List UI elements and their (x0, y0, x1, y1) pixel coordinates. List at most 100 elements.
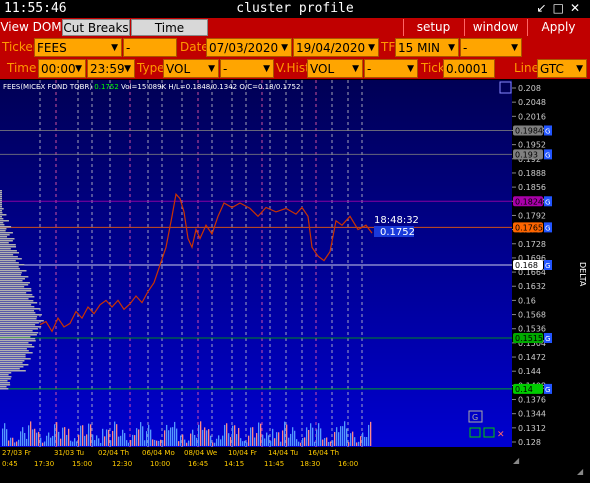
volume-bar (206, 430, 208, 446)
tf-secondary-select[interactable]: - ▼ (460, 38, 522, 57)
price-tick-label: 0.144 (518, 367, 541, 376)
tf-select[interactable]: 15 MIN ▼ (395, 38, 459, 57)
volume-bar (306, 427, 308, 446)
volume-bar (6, 429, 8, 446)
volume-bar (2, 428, 4, 446)
volume-bar (346, 428, 348, 446)
time-interval-button[interactable]: Time Interval (131, 19, 208, 52)
minimize-icon[interactable]: ↙ (537, 1, 553, 15)
volume-bar (286, 424, 288, 446)
chevron-down-icon: ▼ (124, 64, 131, 74)
view-dom-button[interactable]: View DOM (0, 19, 62, 36)
volume-bar (132, 434, 134, 446)
profile-bar (0, 270, 27, 272)
volume-bar (180, 435, 182, 446)
price-tick-label: 0.1856 (518, 183, 546, 192)
date-from-select[interactable]: 07/03/2020 ▼ (206, 38, 292, 57)
corner-resize-icon[interactable]: ◢ (577, 467, 584, 476)
date-label: Date (180, 40, 209, 54)
volume-bar (218, 435, 220, 446)
time-axis-date: 08/04 We (184, 449, 217, 457)
setup-button[interactable]: setup (403, 19, 463, 36)
profile-bar (0, 302, 38, 304)
profile-bar (0, 242, 9, 244)
level-tag-price: 0.168 (515, 261, 538, 270)
maximize-icon[interactable]: □ (553, 1, 570, 15)
type-select[interactable]: VOL ▼ (163, 59, 219, 78)
profile-bar (0, 340, 36, 342)
level-tag-price: 0.1824 (515, 197, 543, 206)
type-secondary-select[interactable]: - ▼ (220, 59, 274, 78)
time-axis-time: 10:00 (150, 460, 170, 468)
profile-bar (0, 306, 35, 308)
time-to-select[interactable]: 23:59 ▼ (87, 59, 135, 78)
cut-breaks-button[interactable]: Cut Breaks (62, 19, 130, 36)
volume-bar (316, 429, 318, 446)
profile-bar (0, 310, 35, 312)
time-from-select[interactable]: 00:00 ▼ (38, 59, 86, 78)
vhist-secondary-select[interactable]: - ▼ (364, 59, 418, 78)
tick-input[interactable]: 0.0001 (443, 59, 495, 78)
ticker-select[interactable]: FEES ▼ (34, 38, 122, 57)
volume-bar (30, 421, 32, 446)
price-tick-label: 0.16 (518, 296, 536, 305)
close-small-icon[interactable]: ✕ (497, 430, 505, 440)
profile-bar (0, 288, 32, 290)
volume-bar (190, 433, 192, 446)
volume-bar (90, 424, 92, 446)
resize-icon[interactable]: ◢ (513, 456, 520, 465)
volume-bar (98, 438, 100, 446)
level-tag-price: 0.1515 (515, 334, 543, 343)
chevron-down-icon: ▼ (576, 64, 583, 74)
time-axis-date: 14/04 Tu (268, 449, 298, 457)
volume-bar (156, 440, 158, 446)
volume-bar (142, 426, 144, 446)
ticker-label: Ticker (2, 40, 38, 54)
vhist-select[interactable]: VOL ▼ (307, 59, 363, 78)
profile-bar (0, 196, 2, 198)
apply-button[interactable]: Apply (527, 19, 589, 36)
profile-bar (0, 386, 7, 388)
volume-bar (226, 423, 228, 446)
profile-bar (0, 350, 29, 352)
volume-bar (176, 428, 178, 446)
volume-bar (366, 437, 368, 446)
params-row-1: Ticker FEES ▼ - Date 07/03/2020 ▼ 19/04/20… (0, 37, 590, 58)
profile-bar (0, 216, 2, 218)
volume-bar (158, 440, 160, 446)
profile-bar (0, 200, 2, 202)
volume-bar (34, 428, 36, 446)
cluster-chart[interactable]: 0.2080.20480.20160.19840.19520.1920.1888… (0, 80, 590, 479)
chart-area[interactable]: 0.2080.20480.20160.19840.19520.1920.1888… (0, 80, 590, 479)
volume-bar (222, 435, 224, 446)
price-tick-label: 0.1536 (518, 325, 546, 334)
volume-bar (194, 434, 196, 446)
params-row-2: Time 00:00 ▼ 23:59 ▼ Type VOL ▼ - ▼ V.Hist V… (0, 58, 590, 79)
volume-bar (236, 434, 238, 446)
ticker-secondary-select[interactable]: - (123, 38, 177, 57)
volume-bar (252, 427, 254, 446)
profile-bar (0, 304, 32, 306)
volume-bar (44, 441, 46, 446)
volume-bar (344, 421, 346, 446)
volume-bar (186, 442, 188, 446)
profile-bar (0, 362, 23, 364)
profile-bar (0, 194, 2, 196)
volume-bar (8, 440, 10, 446)
volume-bar (302, 438, 304, 446)
volume-bar (86, 434, 88, 446)
volume-bar (122, 429, 124, 446)
date-to-select[interactable]: 19/04/2020 ▼ (293, 38, 379, 57)
line-select[interactable]: GTC ▼ (537, 59, 587, 78)
volume-bar (224, 424, 226, 446)
volume-bar (48, 432, 50, 446)
volume-bar (326, 437, 328, 446)
level-tag-g-label: G (545, 386, 550, 394)
close-icon[interactable]: ✕ (570, 1, 586, 15)
profile-bar (0, 358, 31, 360)
volume-bar (248, 435, 250, 446)
volume-bar (144, 440, 146, 446)
profile-bar (0, 278, 25, 280)
window-button[interactable]: window (464, 19, 526, 36)
profile-bar (0, 338, 36, 340)
